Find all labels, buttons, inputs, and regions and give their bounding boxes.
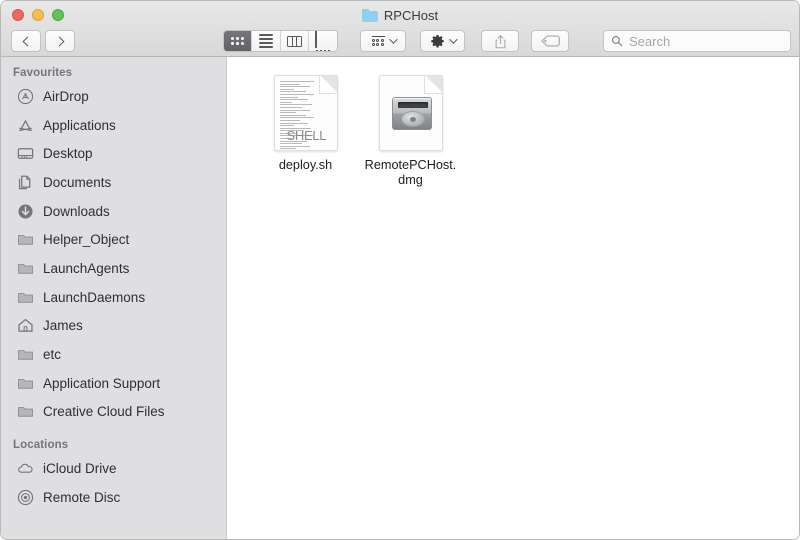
chevron-left-icon bbox=[22, 36, 32, 46]
sidebar-item-etc[interactable]: etc bbox=[1, 340, 226, 369]
sidebar-item-label: Creative Cloud Files bbox=[43, 404, 165, 420]
sidebar-item-launchagents[interactable]: LaunchAgents bbox=[1, 254, 226, 283]
gallery-icon bbox=[315, 31, 331, 51]
folder-icon bbox=[17, 289, 34, 306]
close-button[interactable] bbox=[12, 9, 24, 21]
view-mode-switcher bbox=[223, 30, 339, 52]
sidebar-section-favourites-header: Favourites bbox=[13, 67, 73, 79]
gallery-view-button[interactable] bbox=[309, 31, 338, 51]
search-icon bbox=[611, 35, 623, 47]
sidebar-item-label: etc bbox=[43, 347, 62, 363]
sidebar-item-label: Desktop bbox=[43, 146, 93, 162]
sidebar-item-label: AirDrop bbox=[43, 88, 89, 104]
sidebar-item-label: Applications bbox=[43, 117, 116, 133]
finder-window: RPCHost Search Favourites AirDrop Applic… bbox=[0, 0, 800, 540]
gear-icon bbox=[431, 34, 444, 47]
columns-icon bbox=[286, 35, 302, 47]
sidebar-section-locations-header: Locations bbox=[13, 439, 69, 452]
sidebar-item-applications[interactable]: Applications bbox=[1, 111, 226, 140]
share-icon bbox=[495, 34, 506, 48]
minimize-button[interactable] bbox=[32, 9, 44, 21]
applications-icon bbox=[17, 117, 34, 134]
file-type-badge: SHELL bbox=[286, 128, 327, 143]
sidebar-item-label: iCloud Drive bbox=[43, 461, 117, 477]
sidebar: Favourites AirDrop Applications Desktop … bbox=[1, 57, 227, 539]
share-button[interactable] bbox=[481, 30, 520, 52]
documents-icon bbox=[17, 174, 34, 191]
disk-image-icon bbox=[378, 75, 443, 151]
sidebar-item-desktop[interactable]: Desktop bbox=[1, 139, 226, 168]
chevron-right-icon bbox=[54, 36, 64, 46]
desktop-icon bbox=[17, 145, 34, 162]
folder-icon bbox=[17, 260, 34, 277]
icon-grid: SHELL deploy.sh RemotePCHost.dmg bbox=[227, 71, 799, 188]
grid-icon bbox=[231, 37, 245, 45]
file-name-label: RemotePCHost.dmg bbox=[364, 158, 457, 187]
column-view-button[interactable] bbox=[280, 31, 310, 51]
window-title: RPCHost bbox=[1, 6, 799, 24]
home-icon bbox=[17, 317, 34, 334]
sidebar-item-label: Documents bbox=[43, 174, 112, 190]
back-button[interactable] bbox=[11, 30, 41, 52]
navigation-buttons bbox=[11, 30, 75, 52]
file-name-label: deploy.sh bbox=[278, 158, 333, 172]
folder-icon bbox=[17, 231, 34, 248]
group-by-button[interactable] bbox=[360, 30, 406, 52]
folder-icon bbox=[17, 375, 34, 392]
list-icon bbox=[259, 34, 274, 48]
group-grid-icon bbox=[371, 35, 385, 47]
search-field[interactable]: Search bbox=[602, 30, 791, 52]
sidebar-item-label: LaunchDaemons bbox=[43, 289, 146, 305]
sidebar-item-documents[interactable]: Documents bbox=[1, 168, 226, 197]
window-controls bbox=[12, 9, 64, 21]
page-title: RPCHost bbox=[383, 7, 439, 23]
title-bar: RPCHost Search bbox=[1, 1, 799, 57]
airdrop-icon bbox=[17, 88, 34, 105]
sidebar-item-application-support[interactable]: Application Support bbox=[1, 369, 226, 398]
file-browser-content[interactable]: SHELL deploy.sh RemotePCHost.dmg bbox=[227, 57, 799, 539]
icon-view-button[interactable] bbox=[224, 31, 253, 51]
disc-icon bbox=[17, 489, 34, 506]
cloud-icon bbox=[17, 460, 34, 477]
sidebar-item-james[interactable]: James bbox=[1, 312, 226, 341]
sidebar-item-helper-object[interactable]: Helper_Object bbox=[1, 225, 226, 254]
maximize-button[interactable] bbox=[52, 9, 64, 21]
chevron-down-icon bbox=[388, 35, 398, 44]
file-item-remotepchost-dmg[interactable]: RemotePCHost.dmg bbox=[358, 71, 463, 188]
sidebar-item-label: Helper_Object bbox=[43, 232, 130, 248]
sidebar-item-downloads[interactable]: Downloads bbox=[1, 197, 226, 226]
sidebar-item-label: James bbox=[43, 318, 83, 334]
list-view-button[interactable] bbox=[252, 31, 281, 51]
folder-icon bbox=[17, 346, 34, 363]
sidebar-item-creative-cloud-files[interactable]: Creative Cloud Files bbox=[1, 398, 226, 427]
chevron-down-icon bbox=[449, 35, 458, 44]
tag-button[interactable] bbox=[531, 30, 569, 52]
tag-icon bbox=[540, 35, 560, 47]
search-placeholder: Search bbox=[628, 33, 671, 49]
sidebar-item-airdrop[interactable]: AirDrop bbox=[1, 82, 226, 111]
action-button[interactable] bbox=[419, 30, 466, 52]
shell-script-icon: SHELL bbox=[273, 75, 338, 151]
folder-icon bbox=[17, 403, 34, 420]
folder-icon bbox=[361, 8, 378, 22]
file-item-deploy-sh[interactable]: SHELL deploy.sh bbox=[253, 71, 358, 188]
sidebar-item-label: Remote Disc bbox=[43, 489, 121, 505]
sidebar-item-icloud-drive[interactable]: iCloud Drive bbox=[1, 454, 226, 483]
sidebar-item-label: Application Support bbox=[43, 375, 161, 391]
sidebar-item-label: LaunchAgents bbox=[43, 260, 130, 276]
sidebar-item-label: Downloads bbox=[43, 203, 110, 219]
forward-button[interactable] bbox=[45, 30, 75, 52]
window-body: Favourites AirDrop Applications Desktop … bbox=[1, 57, 799, 539]
toolbar: Search bbox=[1, 27, 799, 55]
sidebar-item-launchdaemons[interactable]: LaunchDaemons bbox=[1, 283, 226, 312]
sidebar-item-remote-disc[interactable]: Remote Disc bbox=[1, 483, 226, 512]
downloads-icon bbox=[17, 203, 34, 220]
